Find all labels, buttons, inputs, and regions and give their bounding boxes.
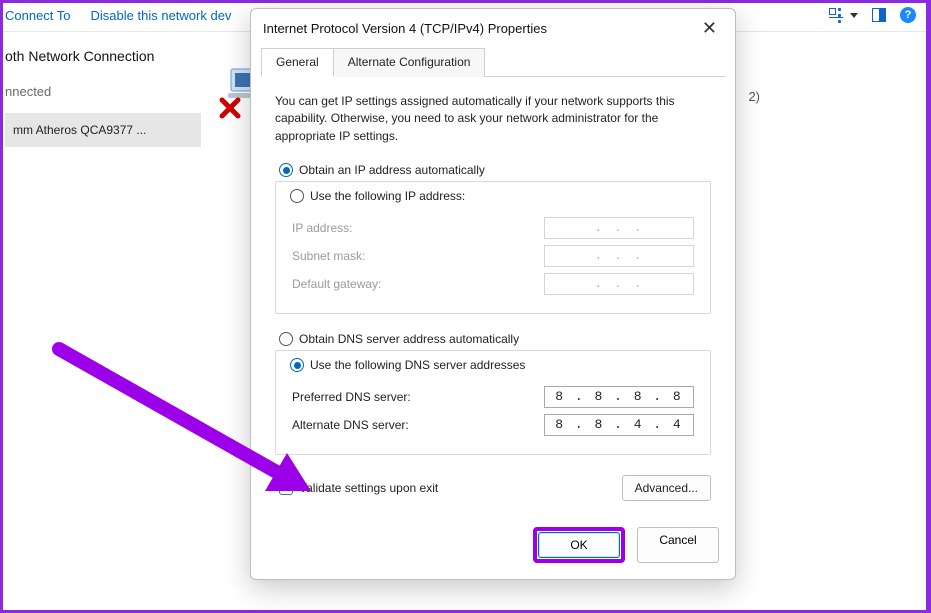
radio-dns-manual-label[interactable]: Use the following DNS server addresses — [310, 358, 525, 372]
default-gateway-field: . . . — [544, 273, 694, 295]
subnet-mask-label: Subnet mask: — [292, 249, 365, 263]
error-x-icon — [219, 97, 241, 119]
radio-label: Obtain an IP address automatically — [299, 163, 485, 177]
subnet-mask-field: . . . — [544, 245, 694, 267]
dialog-titlebar: Internet Protocol Version 4 (TCP/IPv4) P… — [251, 9, 735, 43]
dns-group: Use the following DNS server addresses P… — [275, 350, 711, 455]
checkbox-icon — [279, 481, 293, 495]
tab-strip: General Alternate Configuration — [261, 47, 725, 77]
validate-settings-checkbox[interactable]: Validate settings upon exit — [279, 481, 438, 495]
dialog-footer: OK Cancel — [251, 517, 735, 579]
intro-text: You can get IP settings assigned automat… — [275, 93, 711, 145]
radio-icon — [279, 163, 293, 177]
radio-dns-auto[interactable]: Obtain DNS server address automatically — [279, 332, 711, 346]
radio-ip-auto[interactable]: Obtain an IP address automatically — [279, 163, 711, 177]
ip-address-label: IP address: — [292, 221, 352, 235]
ok-button[interactable]: OK — [538, 532, 620, 558]
preferred-dns-label: Preferred DNS server: — [292, 390, 411, 404]
ip-group: Use the following IP address: IP address… — [275, 181, 711, 314]
radio-icon[interactable] — [290, 358, 304, 372]
tab-alternate-configuration[interactable]: Alternate Configuration — [333, 48, 486, 77]
alternate-dns-label: Alternate DNS server: — [292, 418, 409, 432]
radio-ip-manual-label[interactable]: Use the following IP address: — [310, 189, 465, 203]
radio-label: Obtain DNS server address automatically — [299, 332, 519, 346]
dropdown-arrow-icon[interactable] — [850, 13, 858, 18]
tab-general[interactable]: General — [261, 48, 334, 77]
adapter-item[interactable]: mm Atheros QCA9377 ... — [5, 113, 201, 147]
item-count-suffix: 2) — [748, 89, 760, 104]
default-gateway-label: Default gateway: — [292, 277, 381, 291]
cancel-button[interactable]: Cancel — [637, 527, 719, 563]
ip-address-field: . . . — [544, 217, 694, 239]
view-options-icon[interactable] — [829, 8, 844, 23]
advanced-button[interactable]: Advanced... — [622, 475, 711, 501]
radio-icon[interactable] — [290, 189, 304, 203]
preview-pane-icon[interactable] — [872, 8, 886, 22]
toolbar-connect-to[interactable]: Connect To — [5, 8, 71, 23]
annotation-highlight: OK — [533, 527, 625, 563]
dialog-title: Internet Protocol Version 4 (TCP/IPv4) P… — [263, 21, 547, 36]
toolbar-disable-device[interactable]: Disable this network dev — [91, 8, 232, 23]
ipv4-properties-dialog: Internet Protocol Version 4 (TCP/IPv4) P… — [250, 8, 736, 580]
checkbox-label: Validate settings upon exit — [299, 481, 438, 495]
help-icon[interactable]: ? — [900, 7, 916, 23]
radio-icon — [279, 332, 293, 346]
preferred-dns-field[interactable]: 8 . 8 . 8 . 8 — [544, 386, 694, 408]
close-icon[interactable]: ✕ — [696, 19, 723, 37]
alternate-dns-field[interactable]: 8 . 8 . 4 . 4 — [544, 414, 694, 436]
